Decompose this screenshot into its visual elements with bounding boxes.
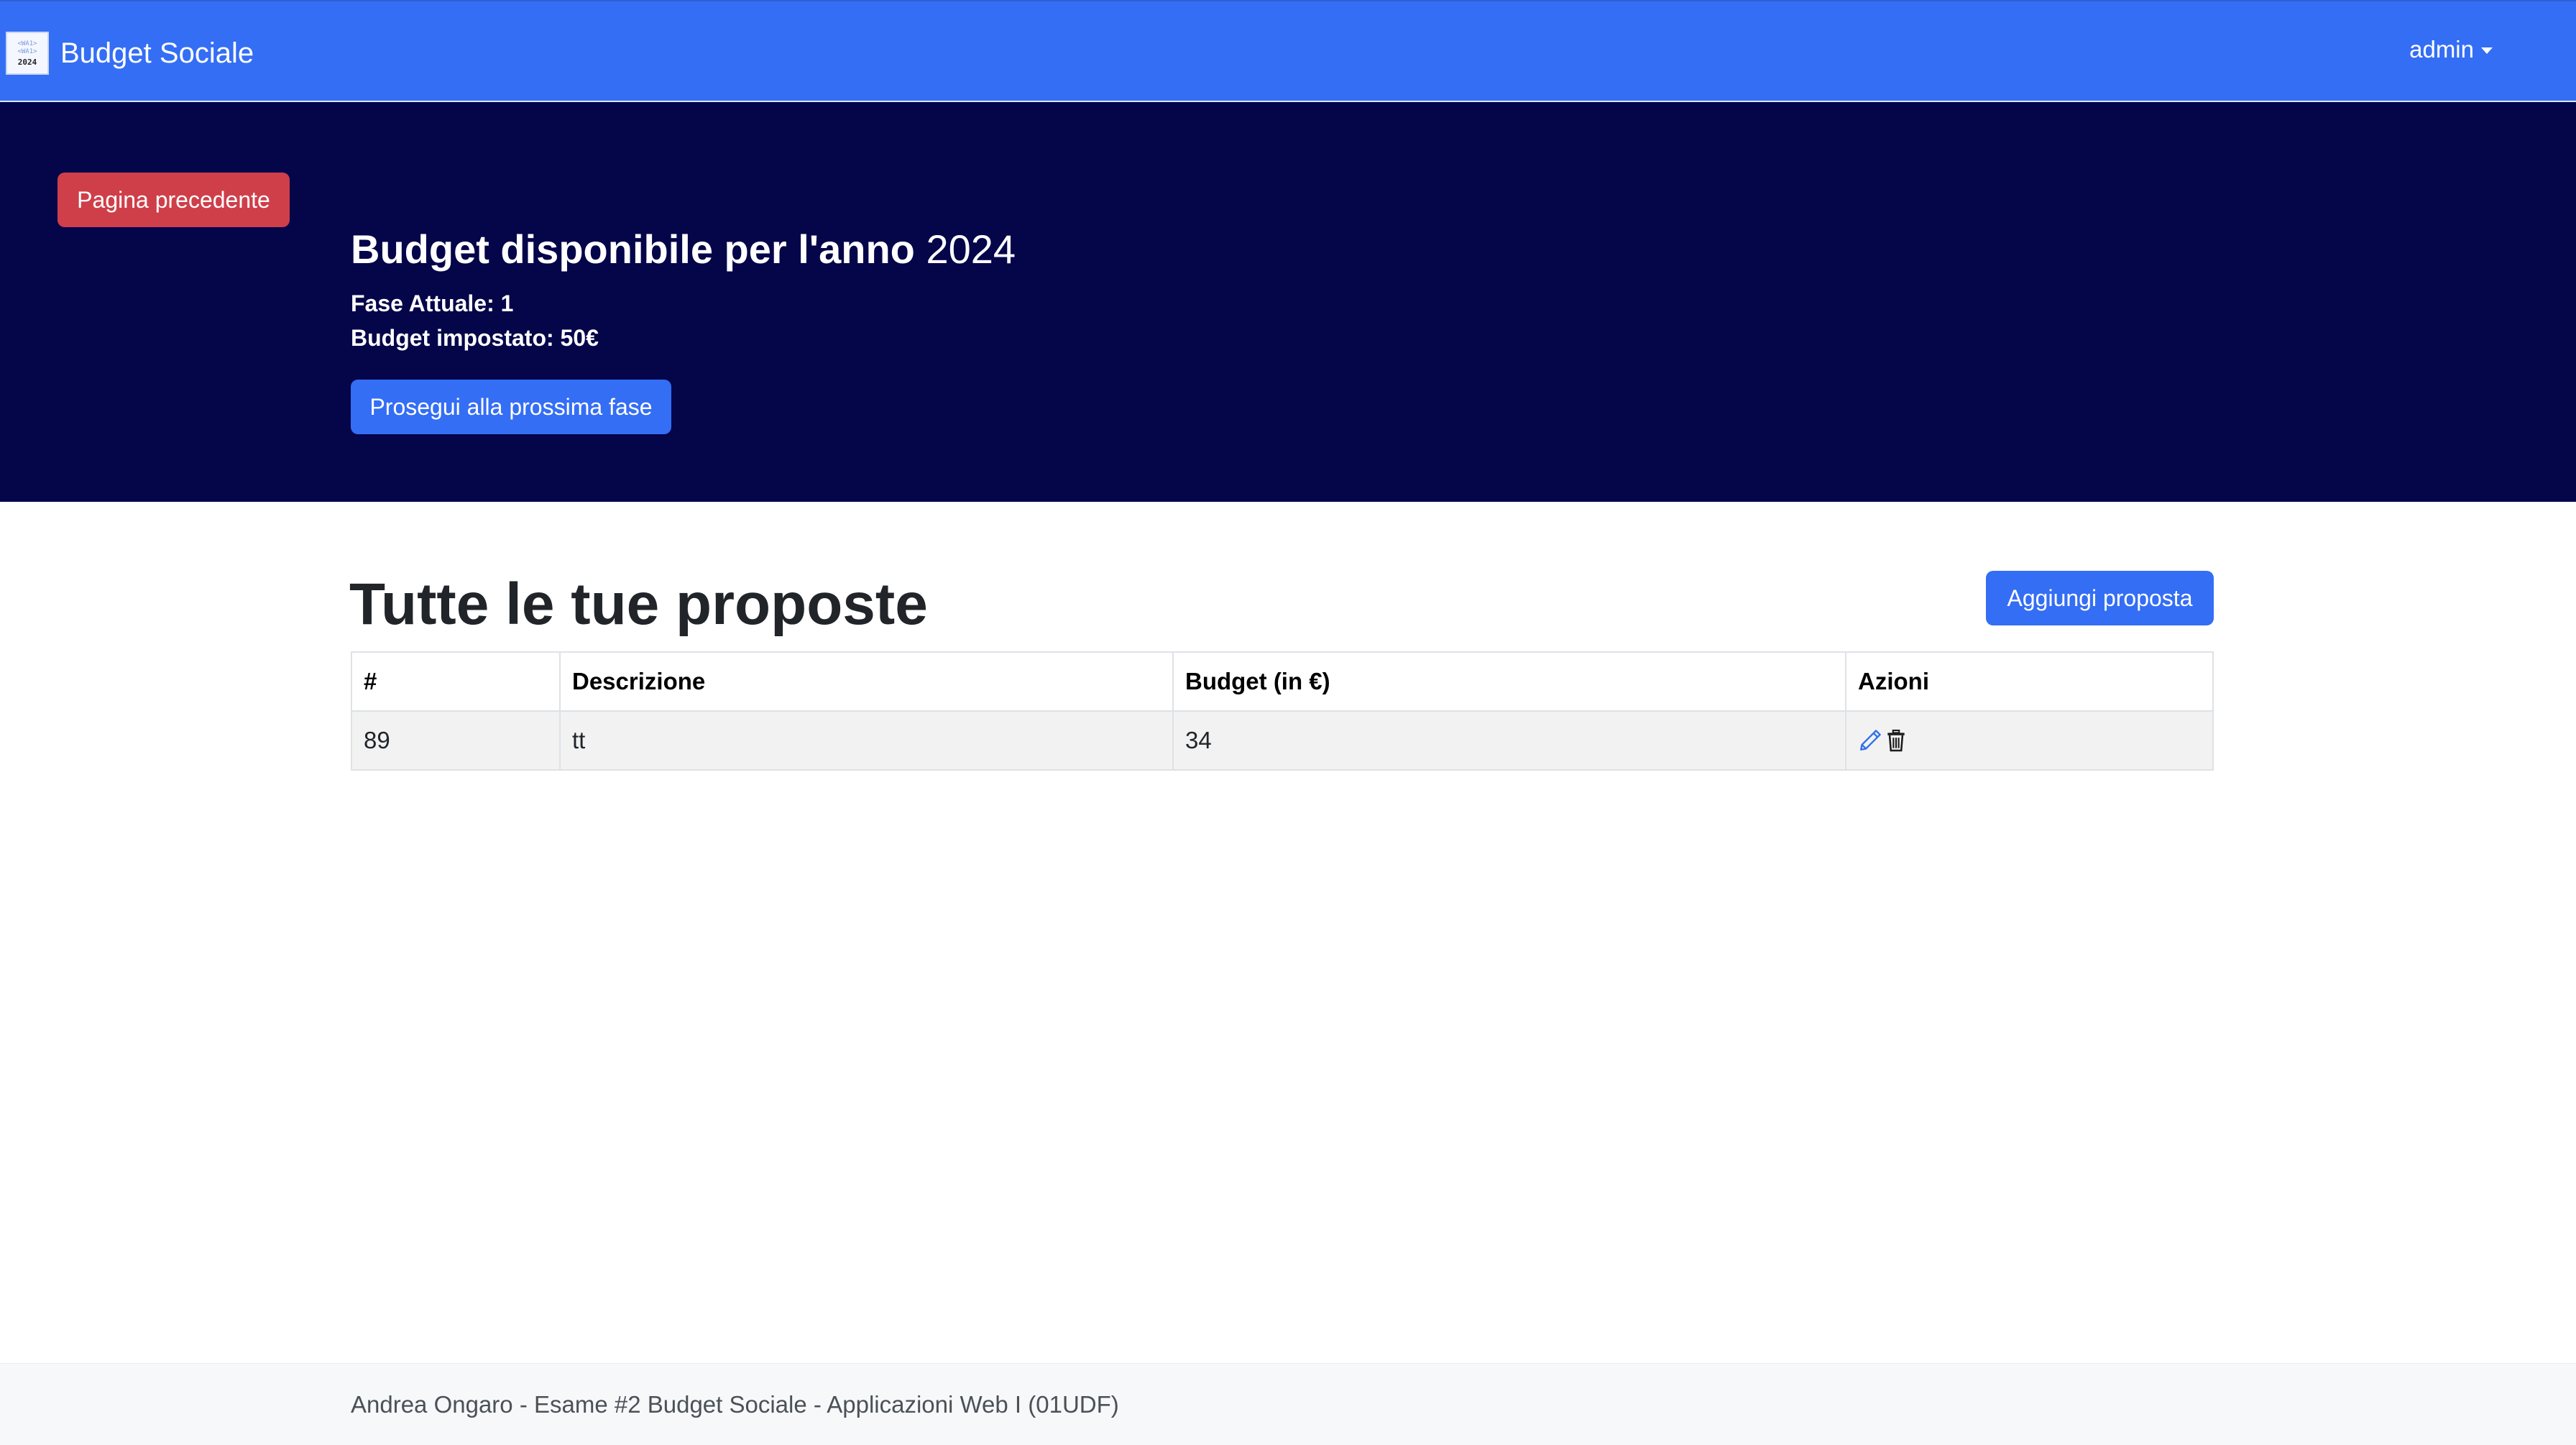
- table-header-row: # Descrizione Budget (in €) Azioni: [351, 651, 2214, 712]
- caret-down-icon: [2481, 47, 2493, 54]
- cell-id: 89: [351, 710, 561, 771]
- footer: Andrea Ongaro - Esame #2 Budget Sociale …: [0, 1363, 2576, 1445]
- budget-hero: Pagina precedente Budget disponibile per…: [0, 102, 2576, 502]
- user-dropdown-toggle[interactable]: admin: [2409, 36, 2493, 63]
- next-phase-button[interactable]: Prosegui alla prossima fase: [351, 380, 671, 434]
- logo-line: <WA1>: [17, 47, 37, 55]
- hero-title-text: Budget disponibile per l'anno: [351, 226, 915, 272]
- brand-link[interactable]: <WA1> <WA1> 2024 Budget Sociale: [6, 30, 254, 76]
- column-header-actions: Azioni: [1845, 651, 2214, 712]
- proposals-title: Tutte le tue proposte: [349, 572, 928, 637]
- column-header-description: Descrizione: [559, 651, 1174, 712]
- cell-budget: 34: [1172, 710, 1846, 771]
- previous-page-button[interactable]: Pagina precedente: [58, 173, 290, 227]
- trash-icon[interactable]: [1884, 728, 1908, 753]
- user-name: admin: [2409, 36, 2474, 63]
- hero-year: 2024: [926, 226, 1016, 272]
- add-proposal-button[interactable]: Aggiungi proposta: [1986, 571, 2214, 625]
- current-phase: Fase Attuale: 1: [351, 290, 514, 316]
- cell-actions: [1845, 710, 2214, 771]
- column-header-budget: Budget (in €): [1172, 651, 1846, 712]
- navbar: <WA1> <WA1> 2024 Budget Sociale admin: [0, 0, 2576, 102]
- app-page: <WA1> <WA1> 2024 Budget Sociale admin Pa…: [0, 0, 2576, 1445]
- footer-text: Andrea Ongaro - Esame #2 Budget Sociale …: [351, 1391, 1119, 1418]
- set-budget: Budget impostato: 50€: [351, 325, 599, 351]
- brand-name: Budget Sociale: [60, 37, 254, 69]
- table-row: 89 tt 34: [351, 710, 2214, 771]
- hero-title: Budget disponibile per l'anno 2024: [351, 226, 1016, 272]
- pencil-icon[interactable]: [1858, 728, 1882, 753]
- logo-year: 2024: [17, 57, 37, 67]
- cell-description: tt: [559, 710, 1174, 771]
- row-actions: [1858, 728, 2201, 753]
- column-header-id: #: [351, 651, 561, 712]
- logo-line: <WA1>: [17, 40, 37, 47]
- brand-logo: <WA1> <WA1> 2024: [6, 32, 49, 75]
- proposals-table: # Descrizione Budget (in €) Azioni 89 tt…: [351, 651, 2214, 771]
